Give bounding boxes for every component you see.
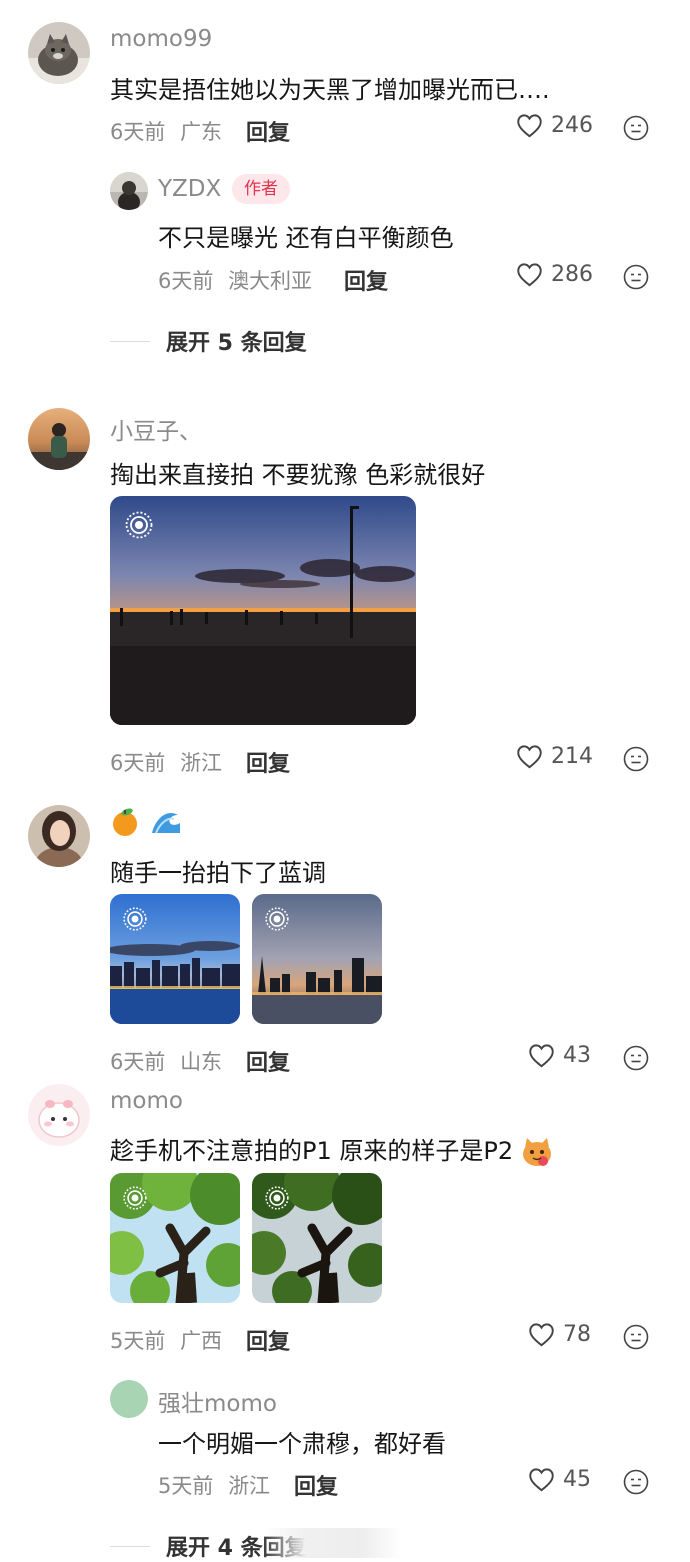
heart-icon xyxy=(529,1044,554,1068)
tangerine-emoji xyxy=(113,808,137,836)
heart-icon xyxy=(517,263,542,287)
live-photo-icon xyxy=(265,1186,289,1210)
cat-face-emoji xyxy=(522,1138,551,1166)
reply-meta: 6天前 澳大利亚 xyxy=(158,265,312,295)
comment-location: 山东 xyxy=(180,1050,223,1074)
like-button[interactable]: 43 xyxy=(528,1043,591,1068)
heart-icon xyxy=(529,1468,554,1492)
comment-text-content: 趁手机不注意拍的P1 原来的样子是P2 xyxy=(110,1137,514,1165)
watermark-blur xyxy=(262,1528,402,1558)
reply-time: 5天前 xyxy=(158,1474,214,1498)
like-button[interactable]: 45 xyxy=(528,1467,591,1492)
reply-location: 浙江 xyxy=(228,1474,271,1498)
wave-emoji xyxy=(152,812,181,833)
emoji-reaction-icon[interactable] xyxy=(623,746,649,772)
author-badge: 作者 xyxy=(232,174,290,204)
comment-image-sunset-beach[interactable] xyxy=(110,496,416,725)
emoji-reaction-icon[interactable] xyxy=(623,264,649,290)
comment-username[interactable]: momo99 xyxy=(110,26,212,52)
avatar-qiangzhuang-momo[interactable] xyxy=(110,1380,148,1418)
emoji-reaction-icon[interactable] xyxy=(623,1324,649,1350)
comment-time: 6天前 xyxy=(110,751,166,775)
reply-button[interactable]: 回复 xyxy=(246,1324,290,1356)
like-button[interactable]: 214 xyxy=(516,744,593,769)
comment-text: 掏出来直接拍 不要犹豫 色彩就很好 xyxy=(110,461,486,489)
like-count: 43 xyxy=(563,1043,591,1068)
like-button[interactable]: 78 xyxy=(528,1322,591,1347)
expand-replies-label: 展开 5 条回复 xyxy=(166,331,307,356)
reply-time: 6天前 xyxy=(158,269,214,293)
live-photo-icon xyxy=(123,1186,147,1210)
reply-username[interactable]: YZDX xyxy=(158,176,221,202)
comment-text: 其实是捂住她以为天黑了增加曝光而已…. xyxy=(110,76,550,104)
live-photo-icon xyxy=(125,511,153,539)
avatar-momo[interactable] xyxy=(28,1084,90,1146)
comment-image-tree-bright[interactable] xyxy=(110,1173,240,1303)
like-count: 286 xyxy=(551,262,593,287)
comment-time: 6天前 xyxy=(110,1050,166,1074)
live-photo-icon xyxy=(265,907,289,931)
avatar-xiaodouzi[interactable] xyxy=(28,408,90,470)
reply-button[interactable]: 回复 xyxy=(294,1469,338,1501)
comment-meta: 6天前 广东 xyxy=(110,116,222,146)
avatar-yzdx[interactable] xyxy=(110,172,148,210)
reply-button[interactable]: 回复 xyxy=(246,746,290,778)
avatar-orange-wave[interactable] xyxy=(28,805,90,867)
comment-image-city-blue[interactable] xyxy=(110,894,240,1024)
like-count: 214 xyxy=(551,744,593,769)
comment-username[interactable]: 🍊🌊 xyxy=(110,806,182,837)
comment-image-tree-dark[interactable] xyxy=(252,1173,382,1303)
emoji-reaction-icon[interactable] xyxy=(623,1469,649,1495)
heart-icon xyxy=(517,114,542,138)
avatar-momo99[interactable] xyxy=(28,22,90,84)
comment-meta: 6天前 山东 xyxy=(110,1046,222,1076)
comment-image-city-dusk[interactable] xyxy=(252,894,382,1024)
reply-button[interactable]: 回复 xyxy=(246,115,290,147)
reply-text: 不只是曝光 还有白平衡颜色 xyxy=(158,224,454,252)
comment-location: 浙江 xyxy=(180,751,223,775)
live-photo-icon xyxy=(123,907,147,931)
reply-button[interactable]: 回复 xyxy=(246,1045,290,1077)
reply-button[interactable]: 回复 xyxy=(344,264,388,296)
like-button[interactable]: 286 xyxy=(516,262,593,287)
comment-location: 广西 xyxy=(180,1329,223,1353)
like-count: 78 xyxy=(563,1322,591,1347)
like-count: 246 xyxy=(551,113,593,138)
comment-time: 5天前 xyxy=(110,1329,166,1353)
reply-text: 一个明媚一个肃穆，都好看 xyxy=(158,1430,446,1458)
reply-username[interactable]: 强壮momo xyxy=(158,1384,277,1418)
heart-icon xyxy=(529,1323,554,1347)
comment-text: 趁手机不注意拍的P1 原来的样子是P2 xyxy=(110,1131,553,1167)
comment-text: 随手一抬拍下了蓝调 xyxy=(110,859,326,887)
heart-icon xyxy=(517,745,542,769)
like-count: 45 xyxy=(563,1467,591,1492)
emoji-reaction-icon[interactable] xyxy=(623,115,649,141)
comment-time: 6天前 xyxy=(110,120,166,144)
comment-username[interactable]: momo xyxy=(110,1088,183,1114)
emoji-reaction-icon[interactable] xyxy=(623,1045,649,1071)
expand-replies-button[interactable]: 展开 5 条回复 xyxy=(110,325,307,357)
reply-location: 澳大利亚 xyxy=(228,269,313,293)
like-button[interactable]: 246 xyxy=(516,113,593,138)
reply-meta: 5天前 浙江 xyxy=(158,1470,270,1500)
divider-line xyxy=(110,340,150,342)
comment-username[interactable]: 小豆子、 xyxy=(110,412,202,446)
comment-location: 广东 xyxy=(180,120,223,144)
comment-meta: 5天前 广西 xyxy=(110,1325,222,1355)
divider-line xyxy=(110,1545,150,1547)
comment-meta: 6天前 浙江 xyxy=(110,747,222,777)
